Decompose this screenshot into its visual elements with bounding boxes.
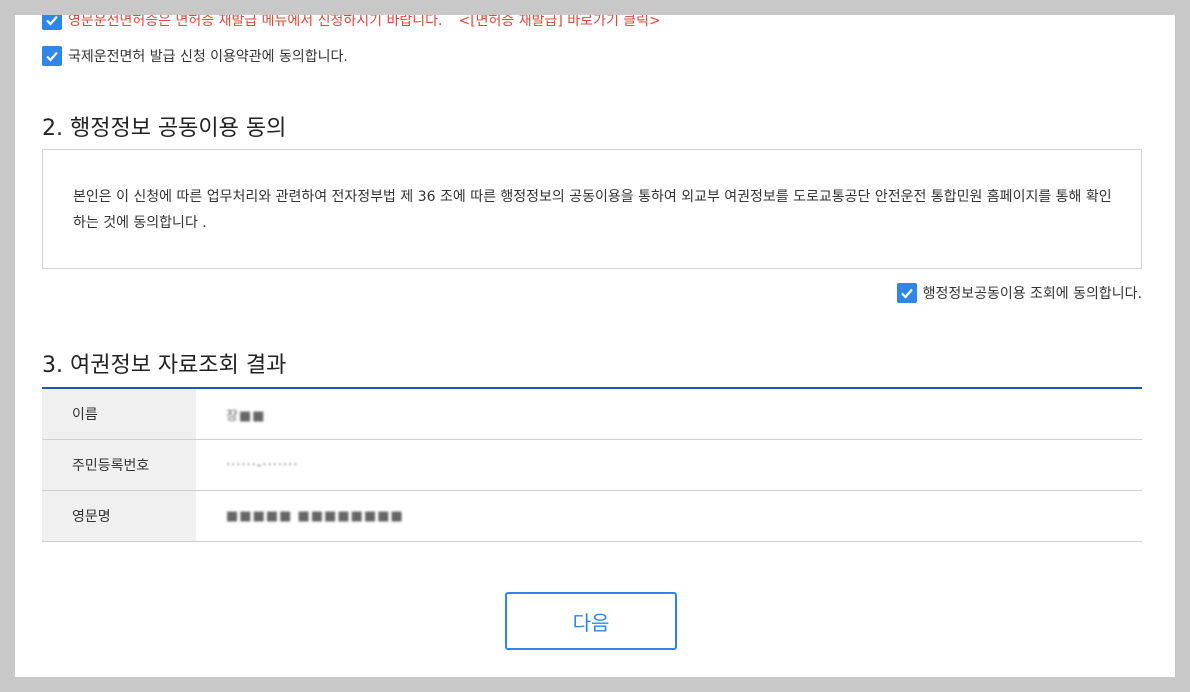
name-value-text: 장■■	[226, 408, 266, 424]
reissue-link[interactable]: <[면허증 재발급] 바로가기 클릭>	[458, 15, 660, 30]
check-icon	[46, 15, 58, 26]
section-3-title: 3. 여권정보 자료조회 결과	[42, 353, 287, 378]
checkbox-intl-terms[interactable]	[42, 46, 62, 66]
admin-info-agreement-box: 본인은 이 신청에 따른 업무처리와 관련하여 전자정부법 제 36 조에 따른…	[42, 149, 1142, 269]
section-2-title: 2. 행정정보 공동이용 동의	[42, 116, 287, 141]
english-license-notice-row: 영문운전면허증은 면허증 재발급 메뉴에서 신청하시기 바랍니다. <[면허증 …	[42, 15, 661, 30]
intl-terms-agree-row: 국제운전면허 발급 신청 이용약관에 동의합니다.	[42, 46, 348, 66]
table-row: 영문명 ■■■■■ ■■■■■■■■	[42, 491, 1142, 542]
admin-info-agreement-text: 본인은 이 신청에 따른 업무처리와 관련하여 전자정부법 제 36 조에 따른…	[73, 189, 1112, 231]
passport-result-table: 이름 장■■ 주민등록번호 ······-······· 영문명 ■■■■■ ■…	[42, 387, 1142, 542]
resident-number-value: ······-·······	[196, 440, 1142, 490]
intl-terms-agree-label: 국제운전면허 발급 신청 이용약관에 동의합니다.	[68, 49, 348, 65]
name-label: 이름	[42, 389, 196, 439]
admin-info-agree-row: 행정정보공동이용 조회에 동의합니다.	[896, 283, 1142, 303]
checkbox-english-notice[interactable]	[42, 15, 62, 30]
admin-info-agree-label: 행정정보공동이용 조회에 동의합니다.	[922, 286, 1142, 302]
resident-number-label: 주민등록번호	[42, 440, 196, 490]
name-value: 장■■	[196, 389, 1142, 439]
check-icon	[46, 51, 58, 62]
english-name-label: 영문명	[42, 491, 196, 541]
english-license-notice-text: 영문운전면허증은 면허증 재발급 메뉴에서 신청하시기 바랍니다.	[68, 15, 443, 29]
table-row: 이름 장■■	[42, 389, 1142, 440]
next-button[interactable]: 다음	[505, 592, 677, 650]
checkbox-admin-info[interactable]	[896, 283, 917, 303]
page: 영문운전면허증은 면허증 재발급 메뉴에서 신청하시기 바랍니다. <[면허증 …	[15, 15, 1175, 677]
english-name-value-text: ■■■■■ ■■■■■■■■	[226, 508, 404, 524]
content: 영문운전면허증은 면허증 재발급 메뉴에서 신청하시기 바랍니다. <[면허증 …	[42, 15, 1142, 677]
table-row: 주민등록번호 ······-·······	[42, 440, 1142, 491]
english-name-value: ■■■■■ ■■■■■■■■	[196, 491, 1142, 541]
resident-number-value-text: ······-·······	[226, 457, 299, 473]
check-icon	[900, 288, 913, 299]
